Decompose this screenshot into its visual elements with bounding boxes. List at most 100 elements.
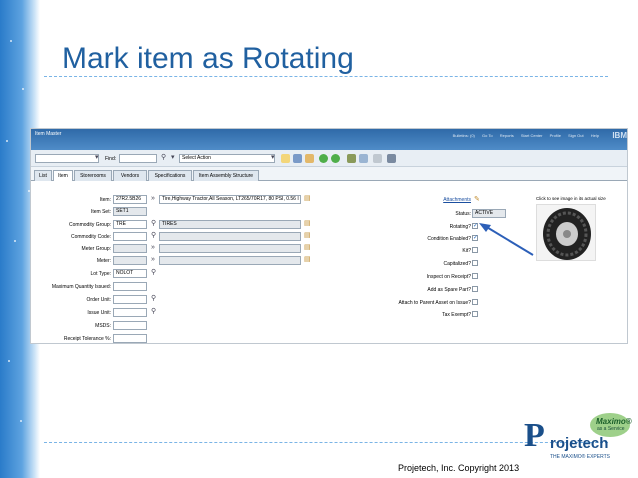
copyright-text: Projetech, Inc. Copyright 2013: [398, 463, 520, 473]
badge-title: Maximo®: [596, 417, 632, 426]
callout-arrow: [479, 223, 534, 256]
image-caption: Click to see image in its actual size: [536, 196, 606, 201]
meter-description: [159, 256, 301, 265]
capitalized-label: Capitalized?: [443, 261, 471, 267]
tax-exempt-label: Tax Exempt?: [442, 312, 471, 318]
meter-group-label: Meter Group:: [81, 246, 111, 252]
issue-unit-input[interactable]: [113, 308, 147, 317]
chevron-down-icon[interactable]: ▾: [95, 153, 99, 162]
long-description-icon[interactable]: ▤: [304, 231, 311, 240]
search-icon[interactable]: ⚲: [161, 153, 166, 162]
order-unit-input[interactable]: [113, 295, 147, 304]
edit-icon[interactable]: [305, 154, 314, 163]
select-action-dropdown[interactable]: Select Action: [179, 154, 275, 163]
inspect-on-receipt-checkbox[interactable]: [472, 273, 478, 279]
top-link-goto[interactable]: Go To: [482, 133, 493, 138]
search-icon[interactable]: ⚲: [151, 231, 156, 240]
add-as-spare-part-checkbox[interactable]: [472, 286, 478, 292]
add-as-spare-part-label: Add as Spare Part?: [427, 287, 471, 293]
slide: Mark item as Rotating Item Master Bullet…: [0, 0, 638, 478]
top-link-sign-out[interactable]: Sign Out: [568, 133, 584, 138]
find-input[interactable]: [119, 154, 157, 163]
top-link-reports[interactable]: Reports: [500, 133, 514, 138]
item-description-input[interactable]: Tire,Highway Tractor,All Season, LT265/7…: [159, 195, 301, 204]
meter-label: Meter:: [96, 258, 111, 264]
commodity-code-label: Commodity Code:: [70, 234, 111, 240]
query-select[interactable]: [35, 154, 99, 163]
max-qty-issued-input[interactable]: [113, 282, 147, 291]
lot-type-input[interactable]: NOLOT: [113, 269, 147, 278]
badge-subtitle: as a Service: [597, 426, 625, 432]
print-icon[interactable]: [373, 154, 382, 163]
tab-list[interactable]: List: [34, 170, 52, 181]
inspect-on-receipt-label: Inspect on Receipt?: [426, 274, 471, 280]
new-record-icon[interactable]: [281, 154, 290, 163]
attachments-link[interactable]: Attachments: [431, 197, 471, 203]
commodity-group-description: TIRES: [159, 220, 301, 229]
status-label: Status:: [455, 211, 471, 217]
logo-tagline: THE MAXIMO® EXPERTS: [550, 454, 610, 460]
top-links: Bulletins: (0) Go To Reports Start Cente…: [447, 133, 599, 138]
toolbar: ▾ Find: ⚲ ▾ Select Action ▾: [31, 150, 627, 167]
tab-specifications[interactable]: Specifications: [148, 170, 192, 181]
item-set-input: SET1: [113, 207, 147, 216]
kit-label: Kit?: [462, 248, 471, 254]
meter-group-input: [113, 244, 147, 253]
tab-storerooms[interactable]: Storerooms: [74, 170, 112, 181]
title-divider: [44, 76, 608, 77]
logo-name: rojetech: [550, 435, 609, 452]
detail-menu-icon[interactable]: »: [151, 194, 155, 203]
find-label: Find:: [105, 156, 117, 162]
commodity-code-input[interactable]: [113, 232, 147, 241]
slide-title: Mark item as Rotating: [62, 42, 354, 75]
long-description-icon[interactable]: ▤: [304, 194, 311, 203]
maximo-screenshot: Item Master Bulletins: (0) Go To Reports…: [30, 128, 628, 344]
commodity-group-input[interactable]: TRE: [113, 220, 147, 229]
item-set-label: Item Set:: [90, 209, 111, 215]
search-icon[interactable]: ⚲: [151, 268, 156, 277]
long-description-icon[interactable]: ▤: [304, 255, 311, 264]
logo-initial: P: [524, 417, 545, 454]
issue-unit-label: Issue Unit:: [87, 310, 111, 316]
projetech-logo: Maximo® as a Service P rojetech THE MAXI…: [524, 413, 632, 473]
item-input[interactable]: 27R2.5B26: [113, 195, 147, 204]
attach-to-parent-checkbox[interactable]: [472, 299, 478, 305]
attachment-icon[interactable]: ✎: [474, 195, 480, 204]
previous-record-icon[interactable]: [319, 154, 328, 163]
maximo-as-a-service-badge: Maximo® as a Service: [590, 413, 632, 437]
tire-image[interactable]: [536, 204, 596, 261]
next-record-icon[interactable]: [331, 154, 340, 163]
duplicate-icon[interactable]: [359, 154, 368, 163]
msds-input[interactable]: [113, 321, 147, 330]
app-title: Item Master: [35, 131, 62, 137]
workflow-icon[interactable]: [347, 154, 356, 163]
commodity-code-description: [159, 232, 301, 241]
top-link-help[interactable]: Help: [591, 133, 599, 138]
top-link-profile[interactable]: Profile: [550, 133, 561, 138]
tab-item-assembly-structure[interactable]: Item Assembly Structure: [193, 170, 259, 181]
chevron-down-icon[interactable]: ▾: [271, 153, 275, 162]
top-link-start-center[interactable]: Start Center: [521, 133, 543, 138]
top-link-bulletins[interactable]: Bulletins: (0): [453, 133, 475, 138]
search-icon[interactable]: ⚲: [151, 307, 156, 316]
search-icon[interactable]: ⚲: [151, 219, 156, 228]
detail-menu-icon[interactable]: »: [151, 255, 155, 264]
search-icon[interactable]: ⚲: [151, 294, 156, 303]
receipt-tolerance-input[interactable]: [113, 334, 147, 343]
app-header: Item Master Bulletins: (0) Go To Reports…: [31, 129, 627, 150]
chevron-down-icon[interactable]: ▾: [171, 153, 175, 162]
item-form: Item: 27R2.5B26 » Tire,Highway Tractor,A…: [31, 181, 627, 343]
attach-to-parent-label: Attach to Parent Asset on Issue?: [398, 300, 471, 306]
receipt-tolerance-label: Receipt Tolerance %:: [63, 336, 111, 342]
tab-vendors[interactable]: Vendors: [113, 170, 147, 181]
tax-exempt-checkbox[interactable]: [472, 311, 478, 317]
order-unit-label: Order Unit:: [86, 297, 111, 303]
save-icon[interactable]: [293, 154, 302, 163]
long-description-icon[interactable]: ▤: [304, 243, 311, 252]
max-qty-issued-label: Maximum Quantity Issued:: [51, 284, 111, 290]
bulletin-icon[interactable]: [387, 154, 396, 163]
tab-bar: List Item Storerooms Vendors Specificati…: [31, 167, 627, 182]
long-description-icon[interactable]: ▤: [304, 219, 311, 228]
status-input: ACTIVE: [472, 209, 506, 218]
detail-menu-icon[interactable]: »: [151, 243, 155, 252]
